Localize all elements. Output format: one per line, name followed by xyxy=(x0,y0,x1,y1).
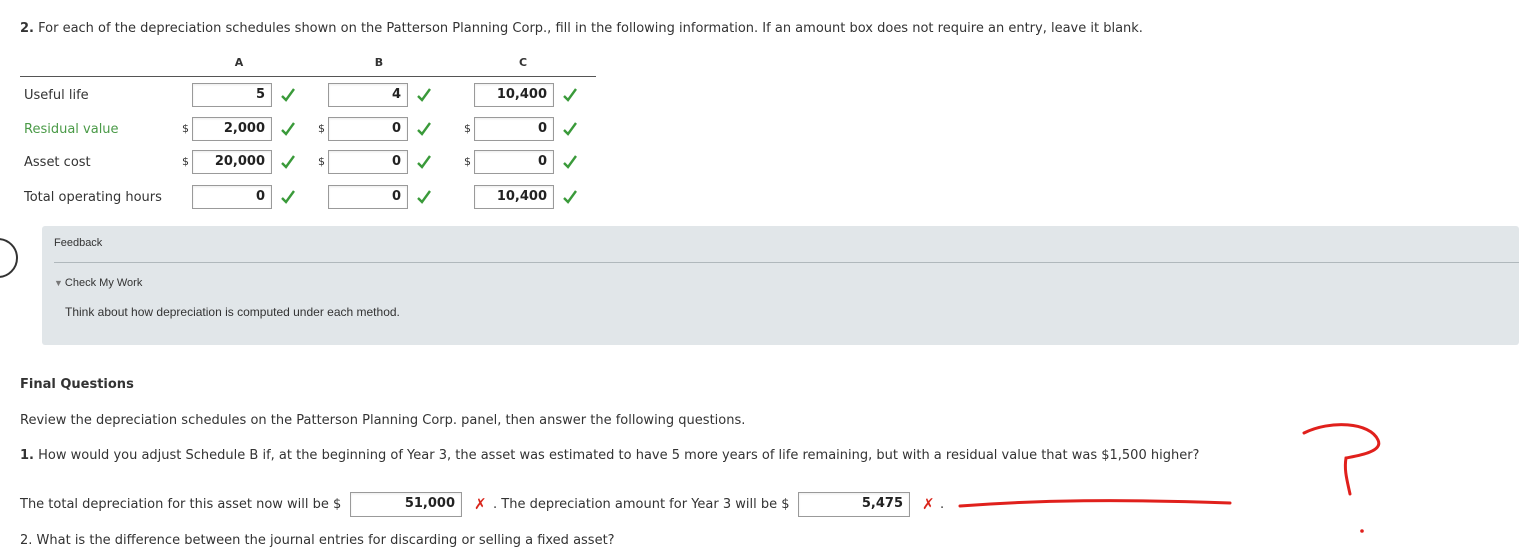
annotation-layer xyxy=(958,423,1381,533)
red-dot-icon xyxy=(1360,529,1364,533)
red-question-mark-icon xyxy=(1302,423,1381,496)
red-underline-stroke xyxy=(958,499,1232,508)
